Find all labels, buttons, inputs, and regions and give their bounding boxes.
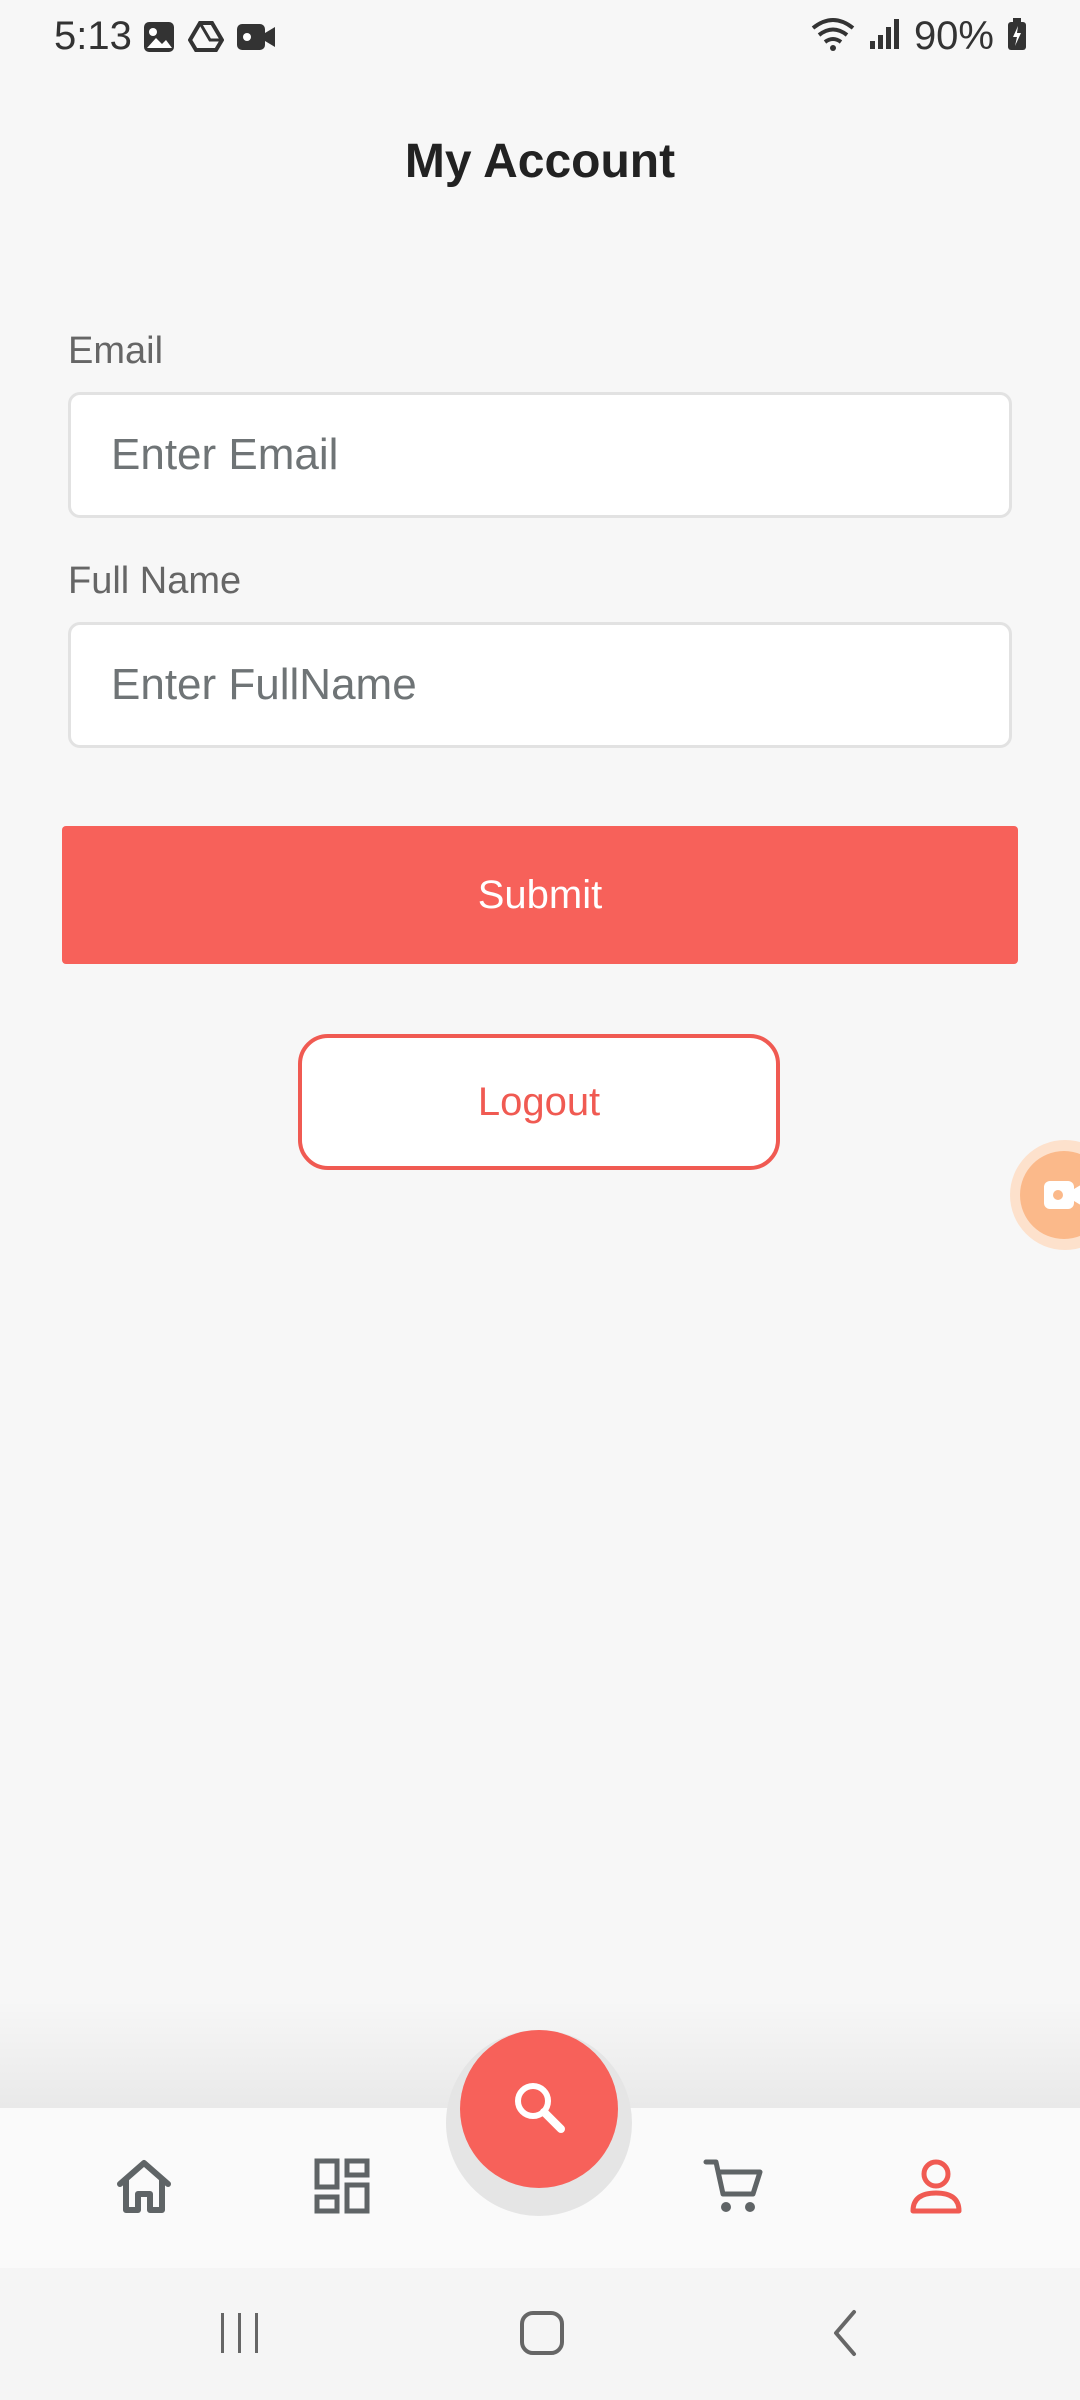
home-button-icon	[518, 2309, 566, 2362]
submit-button[interactable]: Submit	[62, 826, 1018, 964]
home-icon	[114, 2158, 174, 2219]
nav-account[interactable]	[886, 2138, 986, 2238]
logout-button[interactable]: Logout	[298, 1034, 780, 1170]
email-label: Email	[68, 330, 164, 372]
status-right: 90%	[810, 14, 1028, 59]
email-input[interactable]	[68, 392, 1012, 518]
battery-percentage: 90%	[913, 14, 994, 58]
home-system-button[interactable]	[502, 2300, 582, 2370]
video-camera-icon	[1020, 1151, 1080, 1239]
nav-cart[interactable]	[684, 2138, 784, 2238]
status-bar: 5:13 90%	[0, 0, 1080, 80]
full-name-label: Full Name	[68, 560, 242, 602]
status-time: 5:13	[54, 14, 132, 58]
account-icon	[908, 2157, 964, 2220]
drive-icon	[187, 20, 225, 59]
recent-apps-button[interactable]	[200, 2300, 280, 2370]
search-button[interactable]	[460, 2030, 618, 2188]
nav-categories[interactable]	[292, 2138, 392, 2238]
categories-icon	[314, 2158, 370, 2219]
page-title: My Account	[404, 135, 676, 188]
notification-icons	[142, 20, 276, 59]
video-camera-icon	[236, 20, 276, 59]
image-icon	[142, 20, 176, 59]
battery-charging-icon	[1006, 17, 1028, 56]
wifi-icon	[810, 16, 856, 57]
cart-icon	[703, 2156, 765, 2221]
recent-apps-icon	[216, 2311, 264, 2360]
back-system-button[interactable]	[806, 2300, 886, 2370]
full-name-input[interactable]	[68, 622, 1012, 748]
signal-icon	[868, 17, 902, 56]
back-icon	[826, 2308, 866, 2363]
floating-video-widget[interactable]	[1010, 1140, 1080, 1250]
search-icon	[509, 2077, 569, 2142]
nav-home[interactable]	[94, 2138, 194, 2238]
